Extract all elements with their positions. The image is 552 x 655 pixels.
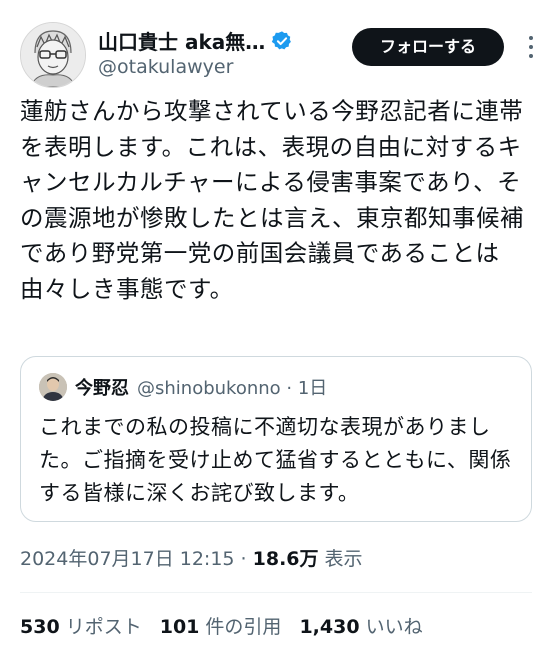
tweet-text: 蓮舫さんから攻撃されている今野忍記者に連帯を表明します。これは、表現の自由に対す… — [20, 97, 524, 303]
reposts-stat[interactable]: 530 リポスト — [20, 612, 142, 639]
person-photo-icon — [39, 373, 67, 401]
post-datetime[interactable]: 2024年07月17日 12:15 · — [20, 548, 253, 570]
engagement-stats: 530 リポスト 101 件の引用 1,430 いいね — [20, 612, 423, 639]
author-display-name[interactable]: 山口貴士 aka無… — [98, 26, 265, 55]
view-count: 18.6万 — [252, 548, 319, 570]
quoted-tweet-header: 今野忍 @shinobukonno · 1日 — [39, 373, 327, 401]
verified-badge-icon — [272, 30, 292, 49]
reposts-count: 530 — [20, 616, 60, 638]
author-avatar[interactable] — [20, 22, 86, 88]
author-handle[interactable]: @otakulawyer — [98, 56, 233, 78]
quotes-label: 件の引用 — [199, 616, 282, 638]
likes-stat[interactable]: 1,430 いいね — [299, 612, 422, 639]
author-name-row: 山口貴士 aka無… — [98, 26, 293, 55]
quoted-author-handle-time: @shinobukonno · 1日 — [137, 378, 328, 399]
likes-count: 1,430 — [299, 616, 360, 638]
reposts-label: リポスト — [59, 616, 142, 638]
quoted-tweet[interactable]: 今野忍 @shinobukonno · 1日 これまでの私の投稿に不適切な表現が… — [20, 356, 532, 522]
avatar-illustration-icon — [21, 23, 85, 87]
quoted-author-avatar — [39, 373, 67, 401]
follow-button[interactable]: フォローする — [352, 28, 504, 66]
likes-label: いいね — [359, 616, 423, 638]
tweet-header: 山口貴士 aka無… @otakulawyer フォローする — [20, 16, 538, 88]
divider — [20, 592, 532, 593]
quotes-stat[interactable]: 101 件の引用 — [160, 612, 282, 639]
quoted-tweet-text: これまでの私の投稿に不適切な表現がありました。ご指摘を受け止めて猛省するとともに… — [39, 415, 512, 505]
view-label: 表示 — [318, 548, 363, 570]
dot — [529, 36, 533, 40]
quoted-author-name: 今野忍 — [75, 378, 129, 399]
tweet-timestamp: 2024年07月17日 12:15 · 18.6万 表示 — [20, 544, 363, 571]
quotes-count: 101 — [159, 616, 200, 638]
dot — [529, 45, 533, 49]
more-options-icon[interactable] — [524, 36, 538, 58]
dot — [529, 54, 533, 58]
